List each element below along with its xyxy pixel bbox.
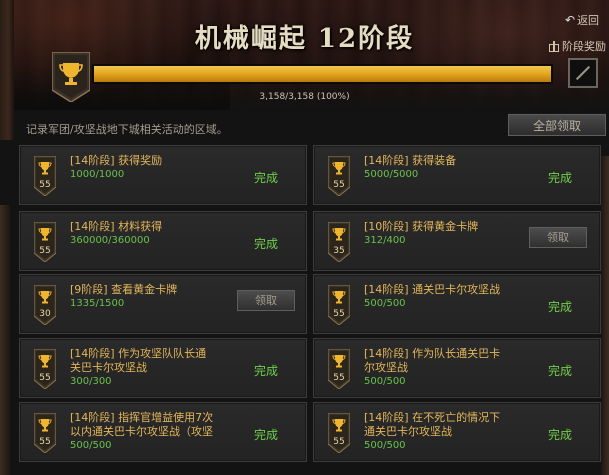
achievement-title-line: [14阶段] 获得装备 <box>364 154 457 167</box>
achievement-card: 55 [14阶段] 作为攻坚队队长通 关巴卡尔攻坚战 300/300 完成 <box>19 338 307 398</box>
achievement-title: [14阶段] 作为队长通关巴卡 尔攻坚战 <box>364 347 534 375</box>
achievement-card: 55 [14阶段] 获得装备 5000/5000 完成 <box>313 145 601 205</box>
trophy-badge-icon: 55 <box>328 413 350 453</box>
achievement-progress: 360000/360000 <box>70 235 150 246</box>
trophy-badge-icon: 55 <box>34 156 56 196</box>
achievement-card: 30 [9阶段] 查看黄金卡牌 1335/1500 领取 <box>19 274 307 334</box>
badge-level: 55 <box>39 180 51 190</box>
badge-level: 35 <box>333 246 345 256</box>
completed-status: 完成 <box>254 428 279 442</box>
trophy-badge-icon: 55 <box>328 285 350 325</box>
achievement-progress: 500/500 <box>364 440 406 451</box>
achievement-progress: 312/400 <box>364 235 406 246</box>
trophy-badge-icon: 55 <box>328 156 350 196</box>
achievement-card: 55 [14阶段] 通关巴卡尔攻坚战 500/500 完成 <box>313 274 601 334</box>
trophy-badge-icon: 55 <box>34 413 56 453</box>
badge-level: 55 <box>333 373 345 383</box>
trophy-badge-icon: 30 <box>34 285 56 325</box>
achievement-title-line: [14阶段] 作为攻坚队队长通 <box>70 347 207 360</box>
achievement-title: [14阶段] 指挥官增益使用7次 以内通关巴卡尔攻坚战（攻坚 <box>70 411 240 439</box>
claim-button[interactable]: 领取 <box>529 227 587 248</box>
achievement-title: [14阶段] 通关巴卡尔攻坚战 <box>364 283 534 297</box>
achievement-title: [9阶段] 查看黄金卡牌 <box>70 283 240 297</box>
achievement-title-line: [14阶段] 在不死亡的情况下 <box>364 411 501 424</box>
achievement-title-line: [14阶段] 通关巴卡尔攻坚战 <box>364 283 501 296</box>
achievement-title-line: [9阶段] 查看黄金卡牌 <box>70 283 178 296</box>
achievement-title-line: [14阶段] 获得奖励 <box>70 154 163 167</box>
achievement-list: 55 [14阶段] 获得奖励 1000/1000 完成 55 [14阶段] 获得装备 500… <box>0 0 609 475</box>
badge-level: 55 <box>39 373 51 383</box>
achievement-title: [14阶段] 获得奖励 <box>70 154 240 168</box>
achievement-window: 机械崛起 12阶段 ↶ 返回 阶段奖励 3,158/3,158 (100%) 记… <box>0 0 609 475</box>
badge-level: 55 <box>333 309 345 319</box>
achievement-title-line: 关巴卡尔攻坚战 <box>70 361 147 374</box>
achievement-title: [14阶段] 获得装备 <box>364 154 534 168</box>
badge-level: 55 <box>39 246 51 256</box>
achievement-title-line: [14阶段] 材料获得 <box>70 220 163 233</box>
achievement-title: [14阶段] 在不死亡的情况下 通关巴卡尔攻坚战 <box>364 411 534 439</box>
achievement-card: 35 [10阶段] 获得黄金卡牌 312/400 领取 <box>313 211 601 271</box>
trophy-badge-icon: 35 <box>328 222 350 262</box>
achievement-title-line: 通关巴卡尔攻坚战 <box>364 425 452 438</box>
claim-button[interactable]: 领取 <box>237 290 295 311</box>
achievement-card: 55 [14阶段] 材料获得 360000/360000 完成 <box>19 211 307 271</box>
completed-status: 完成 <box>548 300 573 314</box>
achievement-progress: 1000/1000 <box>70 169 125 180</box>
completed-status: 完成 <box>548 364 573 378</box>
achievement-card: 55 [14阶段] 指挥官增益使用7次 以内通关巴卡尔攻坚战（攻坚 500/500 完成 <box>19 402 307 462</box>
achievement-title: [10阶段] 获得黄金卡牌 <box>364 220 534 234</box>
achievement-progress: 500/500 <box>70 440 112 451</box>
achievement-progress: 500/500 <box>364 376 406 387</box>
completed-status: 完成 <box>254 364 279 378</box>
achievement-title-line: [14阶段] 作为队长通关巴卡 <box>364 347 501 360</box>
achievement-title-line: 尔攻坚战 <box>364 361 408 374</box>
achievement-card: 55 [14阶段] 获得奖励 1000/1000 完成 <box>19 145 307 205</box>
achievement-title-line: [14阶段] 指挥官增益使用7次 <box>70 411 214 424</box>
completed-status: 完成 <box>548 171 573 185</box>
achievement-title: [14阶段] 材料获得 <box>70 220 240 234</box>
completed-status: 完成 <box>548 428 573 442</box>
achievement-title-line: [10阶段] 获得黄金卡牌 <box>364 220 479 233</box>
trophy-badge-icon: 55 <box>34 222 56 262</box>
trophy-badge-icon: 55 <box>328 349 350 389</box>
achievement-progress: 1335/1500 <box>70 298 125 309</box>
achievement-title-line: 以内通关巴卡尔攻坚战（攻坚 <box>70 425 213 438</box>
trophy-badge-icon: 55 <box>34 349 56 389</box>
completed-status: 完成 <box>254 237 279 251</box>
achievement-title: [14阶段] 作为攻坚队队长通 关巴卡尔攻坚战 <box>70 347 240 375</box>
achievement-progress: 500/500 <box>364 298 406 309</box>
badge-level: 55 <box>333 180 345 190</box>
badge-level: 55 <box>333 437 345 447</box>
completed-status: 完成 <box>254 171 279 185</box>
achievement-card: 55 [14阶段] 作为队长通关巴卡 尔攻坚战 500/500 完成 <box>313 338 601 398</box>
badge-level: 55 <box>39 437 51 447</box>
achievement-progress: 300/300 <box>70 376 112 387</box>
badge-level: 30 <box>39 309 51 319</box>
achievement-card: 55 [14阶段] 在不死亡的情况下 通关巴卡尔攻坚战 500/500 完成 <box>313 402 601 462</box>
achievement-progress: 5000/5000 <box>364 169 419 180</box>
